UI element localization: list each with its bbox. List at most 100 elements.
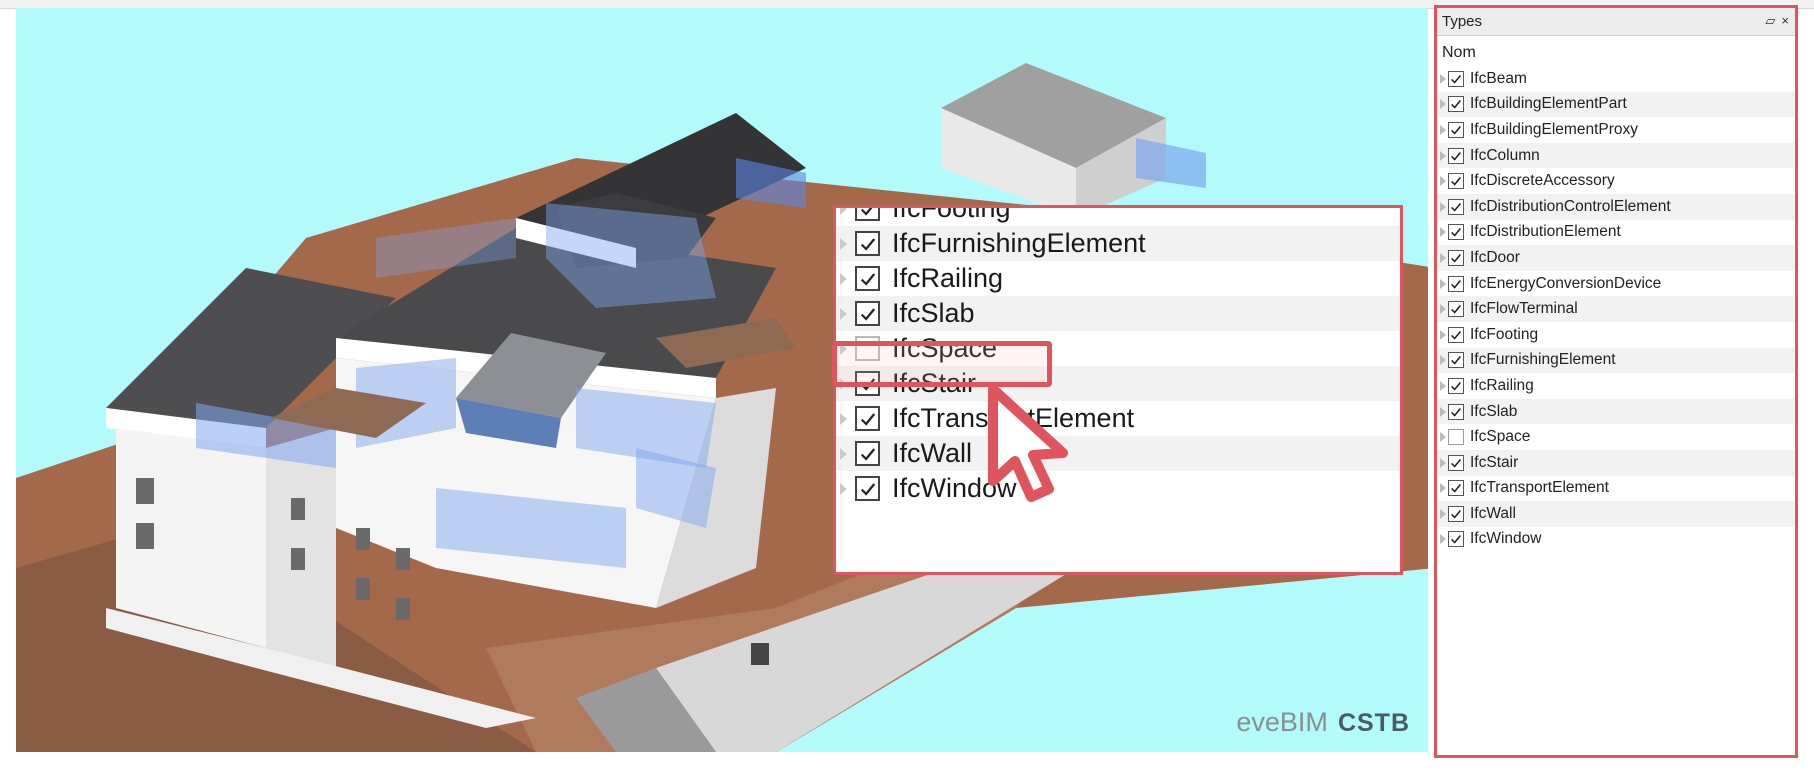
type-label: IfcRailing [1470,376,1534,394]
type-row[interactable]: IfcStair [1437,449,1795,476]
type-label: IfcFurnishingElement [1470,351,1616,369]
close-icon[interactable]: × [1781,13,1789,29]
brand-logos: eveBIM CSTB [1236,707,1410,738]
zoom-type-label: IfcWall [892,438,972,468]
type-label: IfcTransportElement [1470,479,1609,497]
expand-arrow-icon[interactable] [1440,73,1446,84]
type-checkbox[interactable] [1448,275,1464,292]
zoom-type-row: IfcWall [836,436,1400,471]
type-label: IfcEnergyConversionDevice [1470,274,1662,292]
expand-arrow-icon[interactable] [1440,432,1446,443]
type-checkbox[interactable] [1448,198,1464,215]
expand-arrow-icon[interactable] [1440,252,1446,263]
type-row[interactable]: IfcDoor [1437,245,1795,271]
expand-arrow-icon[interactable] [1440,99,1446,110]
expand-arrow-icon[interactable] [1440,508,1446,519]
type-checkbox[interactable] [1448,429,1464,446]
type-row[interactable]: IfcFooting [1437,322,1795,348]
type-checkbox[interactable] [1448,147,1464,164]
expand-arrow-icon [840,237,847,250]
expand-arrow-icon[interactable] [1440,406,1446,417]
zoom-type-label: IfcSlab [892,298,975,328]
ifcspace-highlight-box [832,341,1052,387]
type-label: IfcBuildingElementProxy [1470,120,1638,138]
type-row[interactable]: IfcDistributionElement [1437,220,1795,246]
zoom-type-row: IfcWindow [836,471,1400,506]
pin-icon[interactable]: ▱ [1765,13,1775,29]
zoom-type-row: IfcSlab [836,296,1400,331]
expand-arrow-icon [840,482,847,495]
zoom-type-checkbox [855,266,880,291]
type-checkbox[interactable] [1448,326,1464,343]
type-checkbox[interactable] [1448,121,1464,138]
expand-arrow-icon[interactable] [1440,176,1446,187]
expand-arrow-icon[interactable] [1440,227,1446,238]
type-checkbox[interactable] [1448,480,1464,497]
expand-arrow-icon[interactable] [1440,329,1446,340]
types-list: IfcBeam IfcBuildingElementPart IfcBuilding… [1437,66,1795,552]
type-row[interactable]: IfcDistributionControlElement [1437,193,1795,220]
column-header-nom[interactable]: Nom [1437,40,1795,66]
type-checkbox[interactable] [1448,70,1464,87]
expand-arrow-icon [840,208,847,215]
cstb-logo: CSTB [1337,709,1410,737]
expand-arrow-icon[interactable] [1440,355,1446,366]
type-row[interactable]: IfcWindow [1437,527,1795,553]
type-checkbox[interactable] [1448,224,1464,241]
type-label: IfcBuildingElementPart [1470,95,1627,113]
type-label: IfcDistributionControlElement [1470,197,1671,215]
type-row[interactable]: IfcRailing [1437,373,1795,399]
expand-arrow-icon[interactable] [1440,201,1446,212]
expand-arrow-icon[interactable] [1440,534,1446,545]
types-panel: Types ▱ × Nom IfcBeam IfcBuildingElementP… [1434,5,1798,758]
zoom-type-row: IfcRailing [836,261,1400,296]
expand-arrow-icon[interactable] [1440,278,1446,289]
type-checkbox[interactable] [1448,352,1464,369]
type-label: IfcWall [1470,504,1516,522]
type-row[interactable]: IfcSpace [1437,424,1795,450]
expand-arrow-icon[interactable] [1440,150,1446,161]
type-row[interactable]: IfcFlowTerminal [1437,296,1795,322]
type-checkbox[interactable] [1448,454,1464,471]
type-checkbox[interactable] [1448,96,1464,113]
panel-title: Types [1442,13,1483,30]
type-checkbox[interactable] [1448,249,1464,266]
type-row[interactable]: IfcTransportElement [1437,476,1795,502]
zoomed-types-callout: IfcFooting IfcFurnishingElement IfcRailing… [833,205,1403,575]
expand-arrow-icon[interactable] [1440,380,1446,391]
expand-arrow-icon [840,307,847,320]
expand-arrow-icon[interactable] [1440,304,1446,315]
type-row[interactable]: IfcColumn [1437,142,1795,169]
type-row[interactable]: IfcBuildingElementPart [1437,91,1795,118]
type-checkbox[interactable] [1448,377,1464,394]
zoom-type-checkbox [855,231,880,256]
type-label: IfcColumn [1470,146,1540,164]
type-row[interactable]: IfcBuildingElementProxy [1437,117,1795,143]
zoom-type-checkbox [855,406,880,431]
zoom-type-label: IfcRailing [892,263,1004,293]
zoom-type-checkbox [855,301,880,326]
type-row[interactable]: IfcFurnishingElement [1437,347,1795,374]
type-checkbox[interactable] [1448,403,1464,420]
type-label: IfcBeam [1470,69,1527,87]
type-row[interactable]: IfcSlab [1437,398,1795,425]
type-label: IfcFooting [1470,325,1539,343]
zoom-type-checkbox [855,476,880,501]
zoom-type-row: IfcFooting [836,208,1400,226]
type-checkbox[interactable] [1448,531,1464,548]
type-checkbox[interactable] [1448,173,1464,190]
type-row[interactable]: IfcWall [1437,501,1795,527]
type-label: IfcSpace [1470,428,1531,446]
expand-arrow-icon[interactable] [1440,457,1446,468]
type-label: IfcDistributionElement [1470,223,1621,241]
type-label: IfcWindow [1470,530,1542,548]
expand-arrow-icon[interactable] [1440,483,1446,494]
type-checkbox[interactable] [1448,301,1464,318]
type-row[interactable]: IfcDiscreteAccessory [1437,168,1795,194]
type-checkbox[interactable] [1448,505,1464,522]
zoom-type-row: IfcTransportElement [836,401,1400,436]
expand-arrow-icon[interactable] [1440,124,1446,135]
expand-arrow-icon [840,412,847,425]
type-row[interactable]: IfcEnergyConversionDevice [1437,271,1795,297]
type-row[interactable]: IfcBeam [1437,66,1795,92]
